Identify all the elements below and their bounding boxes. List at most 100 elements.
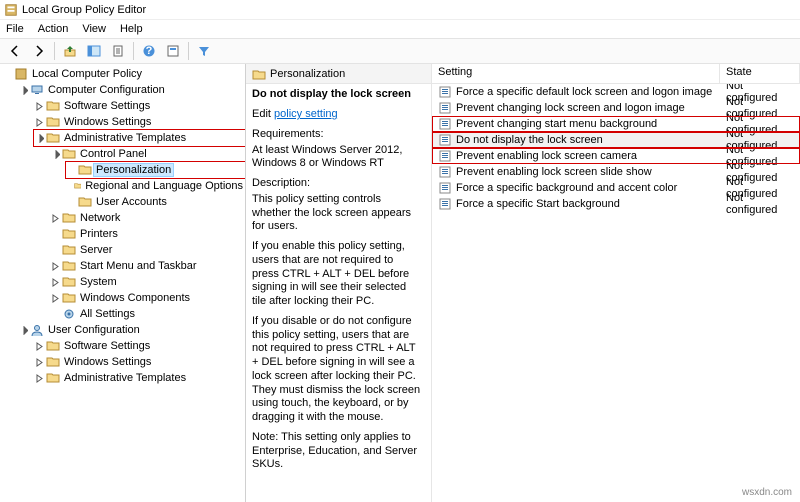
edit-link-row: Edit policy setting — [252, 108, 423, 122]
window-title: Local Group Policy Editor — [22, 4, 146, 16]
back-button[interactable] — [4, 40, 26, 62]
setting-icon — [438, 85, 452, 99]
setting-name: Prevent enabling lock screen slide show — [456, 166, 652, 178]
tree-administrative-templates[interactable]: Administrative Templates — [34, 130, 245, 146]
folder-icon — [46, 115, 60, 129]
tree-personalization[interactable]: Personalization — [66, 162, 245, 178]
collapse-icon[interactable] — [18, 325, 28, 335]
folder-icon — [62, 227, 76, 241]
breadcrumb: Personalization — [246, 64, 431, 84]
tree-user-accounts[interactable]: User Accounts — [66, 194, 245, 210]
tree-software-settings[interactable]: Software Settings — [34, 98, 245, 114]
tree-root[interactable]: Local Computer Policy — [2, 66, 245, 82]
setting-icon — [438, 101, 452, 115]
folder-open-icon — [252, 67, 266, 81]
description-p4: Note: This setting only applies to Enter… — [252, 431, 423, 472]
setting-name: Prevent enabling lock screen camera — [456, 150, 637, 162]
setting-icon — [438, 197, 452, 211]
requirements-label: Requirements: — [252, 128, 423, 142]
filter-button[interactable] — [193, 40, 215, 62]
expand-icon[interactable] — [34, 101, 44, 111]
toolbar: ? — [0, 38, 800, 64]
tree-network[interactable]: Network — [50, 210, 245, 226]
menu-view[interactable]: View — [82, 23, 106, 35]
setting-icon — [438, 181, 452, 195]
expand-icon[interactable] — [50, 293, 60, 303]
column-setting[interactable]: Setting — [432, 64, 720, 83]
setting-icon — [438, 149, 452, 163]
tree-pane[interactable]: Local Computer Policy Computer Configura… — [0, 64, 246, 502]
svg-text:?: ? — [146, 45, 153, 57]
description-p2: If you enable this policy setting, users… — [252, 240, 423, 309]
tree-system[interactable]: System — [50, 274, 245, 290]
settings-icon — [62, 307, 76, 321]
folder-icon — [62, 211, 76, 225]
folder-icon — [46, 339, 60, 353]
description-column: Personalization Do not display the lock … — [246, 64, 432, 502]
menu-bar: File Action View Help — [0, 20, 800, 38]
expand-icon[interactable] — [50, 213, 60, 223]
list-row[interactable]: Force a specific Start backgroundNot con… — [432, 196, 800, 212]
setting-name: Force a specific background and accent c… — [456, 182, 677, 194]
expand-icon[interactable] — [34, 357, 44, 367]
collapse-icon[interactable] — [34, 133, 44, 143]
settings-list[interactable]: Setting State Force a specific default l… — [432, 64, 800, 502]
setting-icon — [438, 165, 452, 179]
menu-file[interactable]: File — [6, 23, 24, 35]
details-pane: Personalization Do not display the lock … — [246, 64, 800, 502]
menu-action[interactable]: Action — [38, 23, 69, 35]
policy-setting-link[interactable]: policy setting — [274, 108, 338, 120]
expand-icon[interactable] — [34, 341, 44, 351]
app-icon — [4, 3, 18, 17]
folder-icon — [46, 99, 60, 113]
computer-icon — [30, 83, 44, 97]
separator — [188, 42, 189, 60]
title-bar: Local Group Policy Editor — [0, 0, 800, 20]
setting-name: Prevent changing lock screen and logon i… — [456, 102, 685, 114]
tree-server[interactable]: Server — [50, 242, 245, 258]
column-state[interactable]: State — [720, 64, 800, 83]
tree-start-menu-taskbar[interactable]: Start Menu and Taskbar — [50, 258, 245, 274]
tree-regional-language[interactable]: Regional and Language Options — [66, 178, 245, 194]
tree-windows-components[interactable]: Windows Components — [50, 290, 245, 306]
menu-help[interactable]: Help — [120, 23, 143, 35]
selected-setting-title: Do not display the lock screen — [252, 88, 423, 100]
tree-control-panel[interactable]: Control Panel — [50, 146, 245, 162]
collapse-icon[interactable] — [2, 69, 12, 79]
description-label: Description: — [252, 177, 423, 191]
tree-user-software-settings[interactable]: Software Settings — [34, 338, 245, 354]
tree-user-configuration[interactable]: User Configuration — [18, 322, 245, 338]
folder-icon — [62, 243, 76, 257]
folder-icon — [62, 291, 76, 305]
tree-windows-settings[interactable]: Windows Settings — [34, 114, 245, 130]
folder-icon — [46, 371, 60, 385]
up-button[interactable] — [59, 40, 81, 62]
forward-button[interactable] — [28, 40, 50, 62]
tree-computer-configuration[interactable]: Computer Configuration — [18, 82, 245, 98]
show-hide-tree-button[interactable] — [83, 40, 105, 62]
list-header: Setting State — [432, 64, 800, 84]
expand-icon[interactable] — [34, 117, 44, 127]
tree-printers[interactable]: Printers — [50, 226, 245, 242]
tree-all-settings[interactable]: All Settings — [50, 306, 245, 322]
folder-icon — [62, 275, 76, 289]
expand-icon[interactable] — [34, 373, 44, 383]
description-p3: If you disable or do not configure this … — [252, 315, 423, 425]
setting-name: Do not display the lock screen — [456, 134, 603, 146]
expand-icon[interactable] — [50, 261, 60, 271]
folder-icon — [46, 131, 60, 145]
separator — [54, 42, 55, 60]
description-p1: This policy setting controls whether the… — [252, 193, 423, 234]
collapse-icon[interactable] — [18, 85, 28, 95]
folder-icon — [74, 179, 82, 193]
folder-icon — [62, 147, 76, 161]
export-list-button[interactable] — [107, 40, 129, 62]
setting-name: Force a specific Start background — [456, 198, 620, 210]
expand-icon[interactable] — [50, 277, 60, 287]
tree-user-windows-settings[interactable]: Windows Settings — [34, 354, 245, 370]
tree-user-admin-templates[interactable]: Administrative Templates — [34, 370, 245, 386]
help-button[interactable]: ? — [138, 40, 160, 62]
properties-button[interactable] — [162, 40, 184, 62]
setting-icon — [438, 117, 452, 131]
collapse-icon[interactable] — [50, 149, 60, 159]
